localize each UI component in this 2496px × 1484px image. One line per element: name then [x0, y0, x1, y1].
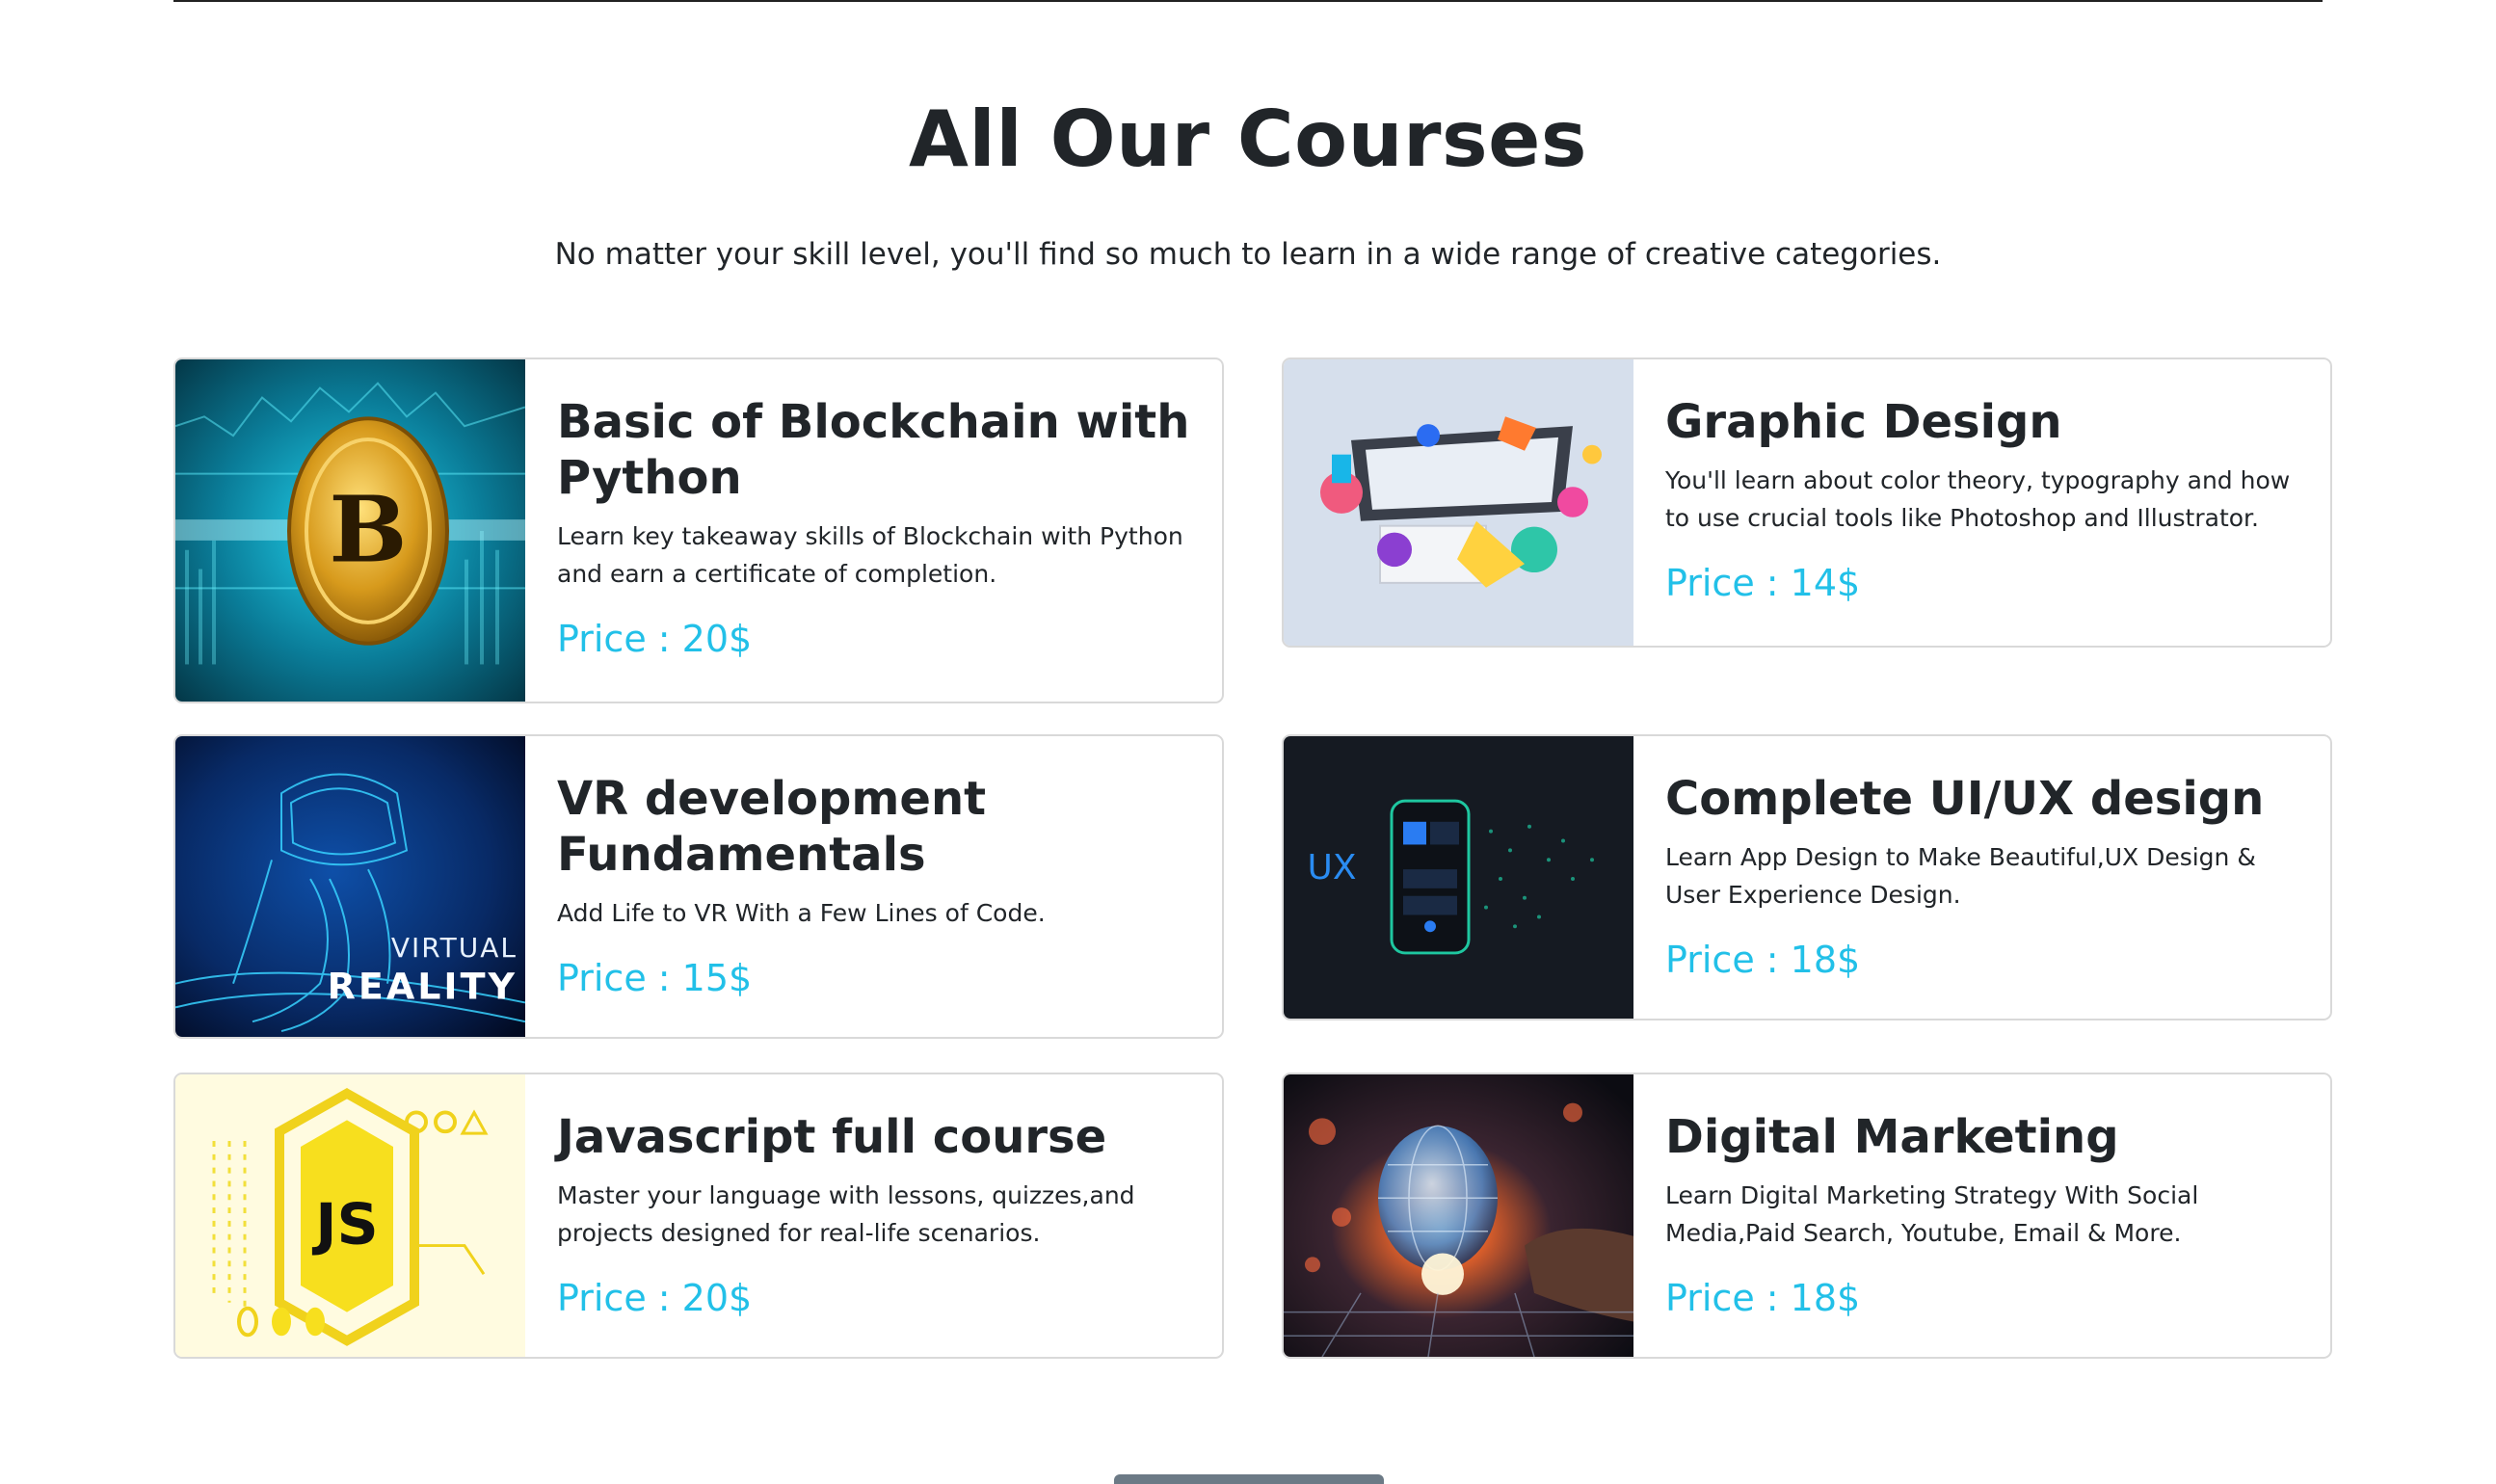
course-description: Learn App Design to Make Beautiful,UX De… — [1665, 843, 2256, 909]
virtual-reality-image: VIRTUAL REALITY — [175, 736, 525, 1037]
course-price: Price : 20$ — [557, 1277, 753, 1319]
course-price: Price : 14$ — [1665, 562, 1861, 604]
ux-caption: UX — [1307, 848, 1356, 888]
course-card-vr[interactable]: VIRTUAL REALITY VR development Fundament… — [173, 734, 1224, 1039]
page-title: All Our Courses — [909, 94, 1587, 184]
course-card-graphic-design[interactable]: Graphic Design You'll learn about color … — [1282, 358, 2332, 648]
bitcoin-image: B — [175, 359, 525, 702]
course-description: Learn Digital Marketing Strategy With So… — [1665, 1181, 2199, 1247]
course-title[interactable]: VR development Fundamentals — [557, 771, 1193, 883]
course-description: Learn key takeaway skills of Blockchain … — [557, 522, 1183, 588]
course-title[interactable]: Basic of Blockchain with Python — [557, 394, 1193, 506]
course-description: Master your language with lessons, quizz… — [557, 1181, 1135, 1247]
course-description: You'll learn about color theory, typogra… — [1665, 466, 2291, 532]
course-title[interactable]: Digital Marketing — [1665, 1109, 2301, 1165]
top-divider — [173, 0, 2323, 2]
course-card-blockchain[interactable]: B Basic of Blockchain with Python Learn … — [173, 358, 1224, 703]
load-more-button-edge[interactable] — [1114, 1474, 1384, 1484]
ux-design-image: UX — [1284, 736, 1633, 1019]
course-title[interactable]: Complete UI/UX design — [1665, 771, 2301, 827]
course-description: Add Life to VR With a Few Lines of Code. — [557, 899, 1046, 927]
course-title[interactable]: Graphic Design — [1665, 394, 2301, 450]
course-price: Price : 18$ — [1665, 939, 1861, 981]
js-logo-text: JS — [311, 1192, 379, 1259]
javascript-image: JS — [175, 1074, 525, 1357]
course-card-digital-marketing[interactable]: Digital Marketing Learn Digital Marketin… — [1282, 1073, 2332, 1359]
graphic-design-image — [1284, 359, 1633, 646]
course-price: Price : 18$ — [1665, 1277, 1861, 1319]
course-price: Price : 15$ — [557, 957, 753, 999]
course-card-uiux[interactable]: UX Complete UI/UX design Learn App Desig… — [1282, 734, 2332, 1020]
bitcoin-symbol: B — [329, 475, 407, 583]
course-price: Price : 20$ — [557, 618, 753, 660]
digital-marketing-image — [1284, 1074, 1633, 1357]
course-title[interactable]: Javascript full course — [557, 1109, 1193, 1165]
vr-caption-top: VIRTUAL — [391, 932, 518, 964]
vr-caption-bottom: REALITY — [328, 966, 518, 1008]
page-subtitle: No matter your skill level, you'll find … — [554, 237, 1942, 272]
course-card-javascript[interactable]: JS Javascript full course Master your la… — [173, 1073, 1224, 1359]
